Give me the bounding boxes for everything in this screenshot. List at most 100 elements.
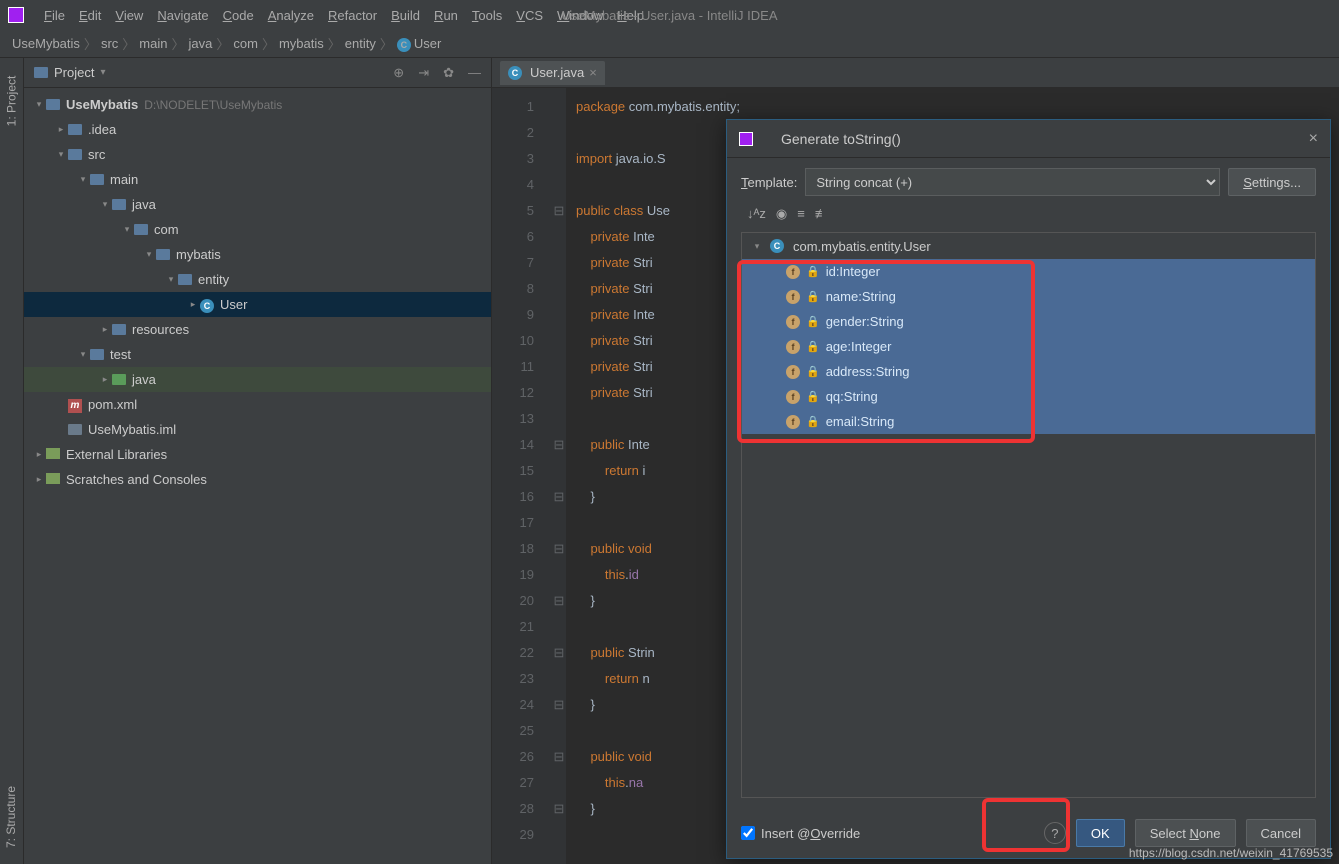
breadcrumb-item[interactable]: entity [345,36,376,51]
override-check[interactable] [741,826,755,840]
field-gender[interactable]: f🔒gender:String [742,309,1315,334]
field-icon: f [786,315,800,329]
tree-row-user[interactable]: ▸CUser [24,292,491,317]
tree-row-test[interactable]: ▾test [24,342,491,367]
lock-icon: 🔒 [806,340,820,353]
breadcrumb-item[interactable]: mybatis [279,36,324,51]
cancel-button[interactable]: Cancel [1246,819,1316,847]
class-icon: C [508,66,522,80]
insert-override-checkbox[interactable]: Insert @Override [741,826,860,841]
fold-gutter: ⊟⊟⊟⊟⊟⊟⊟⊟⊟ [552,88,566,864]
dialog-toolbar: ↓ᴬᴢ ◉ ≡ ≢ [741,206,1316,222]
field-age[interactable]: f🔒age:Integer [742,334,1315,359]
dialog-title: Generate toString() [781,131,901,147]
tree-row-mybatis[interactable]: ▾mybatis [24,242,491,267]
tool-structure[interactable]: 7: Structure [5,786,19,848]
menu-refactor[interactable]: Refactor [328,8,377,23]
lock-icon: 🔒 [806,290,820,303]
class-root[interactable]: ▾ C com.mybatis.entity.User [742,233,1315,259]
hide-icon[interactable]: — [468,65,481,81]
field-address[interactable]: f🔒address:String [742,359,1315,384]
line-gutter: 1234567891011121314151617181920212223242… [492,88,552,864]
tree-row-src[interactable]: ▾src [24,142,491,167]
field-icon: f [786,265,800,279]
menu-view[interactable]: View [115,8,143,23]
menu-analyze[interactable]: Analyze [268,8,314,23]
menu-run[interactable]: Run [434,8,458,23]
tree-row-com[interactable]: ▾com [24,217,491,242]
breadcrumb-item[interactable]: java [189,36,213,51]
menu-file[interactable]: File [44,8,65,23]
gear-icon[interactable]: ✿ [443,65,454,81]
dialog-app-icon [739,132,753,146]
editor-tabs: C User.java × [492,58,1339,88]
tree-row-scratches and consoles[interactable]: ▸Scratches and Consoles [24,467,491,492]
window-title: UseMybatis - User.java - IntelliJ IDEA [561,8,777,23]
tree-row-entity[interactable]: ▾entity [24,267,491,292]
collapse-icon[interactable]: ⇥ [418,65,429,81]
field-icon: f [786,340,800,354]
tree-row-external libraries[interactable]: ▸External Libraries [24,442,491,467]
tree-row-usemybatis[interactable]: ▾UseMybatisD:\NODELET\UseMybatis [24,92,491,117]
field-icon: f [786,390,800,404]
main-menu: File Edit View Navigate Code Analyze Refactor B… [44,8,644,23]
field-icon: f [786,365,800,379]
close-icon[interactable]: × [589,65,597,80]
expand-icon[interactable]: ◉ [776,206,787,222]
tree-row-resources[interactable]: ▸resources [24,317,491,342]
titlebar: File Edit View Navigate Code Analyze Refactor B… [0,0,1339,30]
select-none-button[interactable]: Select None [1135,819,1236,847]
menu-navigate[interactable]: Navigate [157,8,208,23]
menu-code[interactable]: Code [223,8,254,23]
tree-row-java[interactable]: ▸java [24,367,491,392]
locate-icon[interactable]: ⊕ [393,65,404,81]
fields-tree[interactable]: ▾ C com.mybatis.entity.User f🔒id:Integer… [741,232,1316,798]
settings-button[interactable]: SSettings...ettings... [1228,168,1316,196]
project-panel-title: Project [54,65,94,80]
tree-row-.idea[interactable]: ▸.idea [24,117,491,142]
sort-icon[interactable]: ↓ᴬᴢ [747,206,766,222]
dialog-titlebar: Generate toString() × [727,120,1330,158]
tab-label: User.java [530,65,584,80]
field-name[interactable]: f🔒name:String [742,284,1315,309]
template-label: Template: [741,175,797,190]
lock-icon: 🔒 [806,315,820,328]
project-icon [34,67,48,78]
breadcrumb: UseMybatis〉src〉main〉java〉com〉mybatis〉ent… [0,30,1339,58]
breadcrumb-item[interactable]: com [233,36,258,51]
expand-twisty[interactable]: ▾ [750,241,764,252]
project-panel: Project ▾ ⊕ ⇥ ✿ — ▾UseMybatisD:\NODELET\… [24,58,492,864]
menu-build[interactable]: Build [391,8,420,23]
template-select[interactable]: String concat (+) [805,168,1220,196]
breadcrumb-item[interactable]: CUser [397,36,441,52]
field-qq[interactable]: f🔒qq:String [742,384,1315,409]
project-tools: ⊕ ⇥ ✿ — [393,65,481,81]
app-icon [8,7,24,23]
dialog-close-icon[interactable]: × [1309,130,1318,148]
tree-row-java[interactable]: ▾java [24,192,491,217]
breadcrumb-item[interactable]: main [139,36,167,51]
tool-project[interactable]: 1: Project [5,76,19,127]
lock-icon: 🔒 [806,265,820,278]
field-email[interactable]: f🔒email:String [742,409,1315,434]
tree-row-main[interactable]: ▾main [24,167,491,192]
help-icon[interactable]: ? [1044,822,1066,844]
field-id[interactable]: f🔒id:Integer [742,259,1315,284]
editor-tab-user[interactable]: C User.java × [500,61,605,85]
project-view-dropdown[interactable]: ▾ [100,67,105,78]
menu-vcs[interactable]: VCS [516,8,543,23]
menu-edit[interactable]: Edit [79,8,101,23]
field-icon: f [786,290,800,304]
lock-icon: 🔒 [806,390,820,403]
generate-tostring-dialog: Generate toString() × Template: String c… [726,119,1331,859]
ok-button[interactable]: OK [1076,819,1125,847]
lock-icon: 🔒 [806,415,820,428]
expand-all-icon[interactable]: ≢ [815,206,828,222]
tree-row-pom.xml[interactable]: mpom.xml [24,392,491,417]
tree-row-usemybatis.iml[interactable]: UseMybatis.iml [24,417,491,442]
collapse-all-icon[interactable]: ≡ [797,206,805,222]
project-tree: ▾UseMybatisD:\NODELET\UseMybatis▸.idea▾s… [24,88,491,864]
breadcrumb-item[interactable]: UseMybatis [12,36,80,51]
breadcrumb-item[interactable]: src [101,36,118,51]
menu-tools[interactable]: Tools [472,8,502,23]
